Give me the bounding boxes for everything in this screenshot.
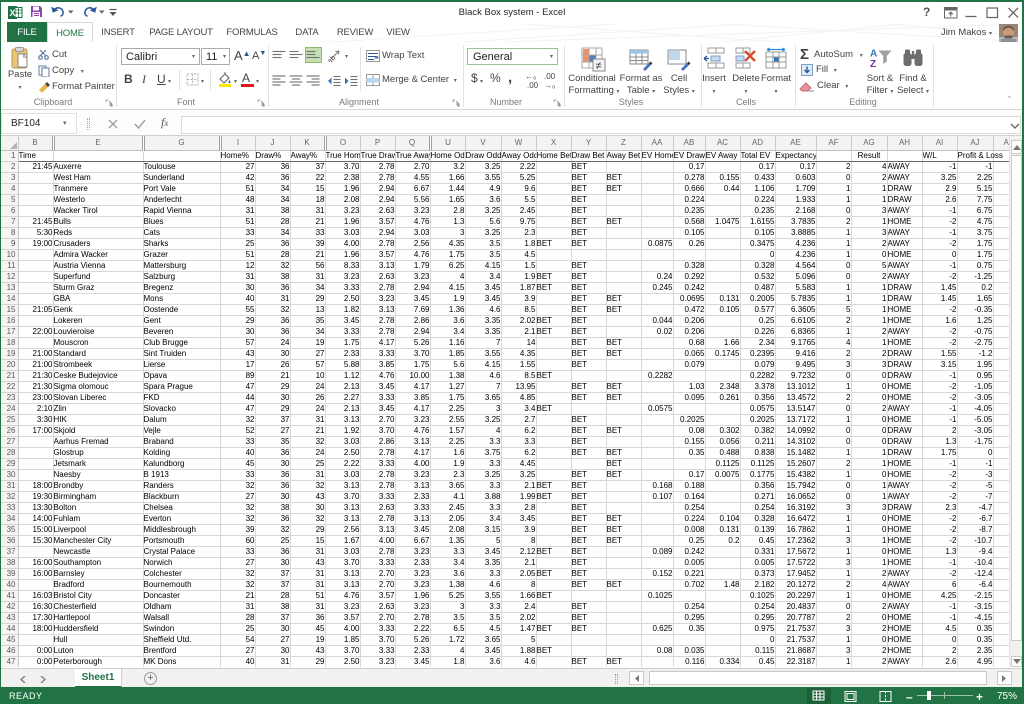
svg-text:A: A bbox=[870, 49, 877, 60]
svg-text:≠: ≠ bbox=[596, 60, 602, 72]
svg-text:Z: Z bbox=[870, 59, 876, 69]
